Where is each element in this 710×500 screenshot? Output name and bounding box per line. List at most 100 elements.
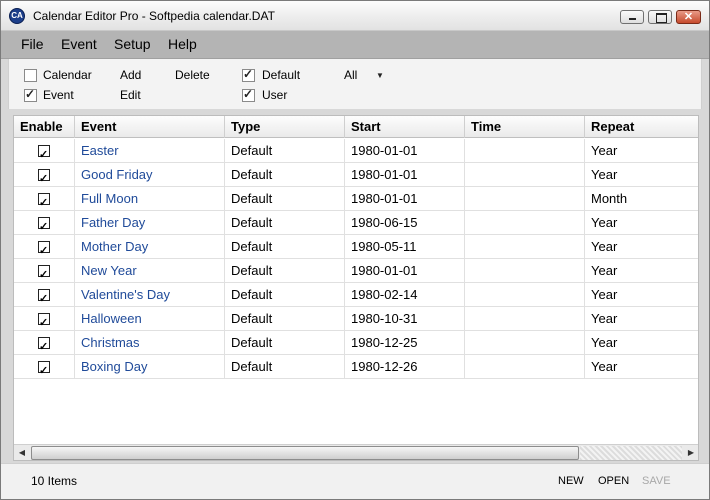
maximize-button[interactable]	[648, 10, 672, 24]
title-bar[interactable]: CA Calendar Editor Pro - Softpedia calen…	[1, 1, 709, 31]
cell-event: Full Moon	[75, 187, 225, 211]
table-row[interactable]: Valentine's DayDefault1980-02-14 Year	[14, 283, 698, 307]
cell-start: 1980-02-14	[345, 283, 465, 307]
menu-bar: File Event Setup Help	[1, 31, 709, 59]
header-type[interactable]: Type	[225, 116, 345, 138]
enable-checkbox[interactable]	[38, 215, 50, 235]
cell-type: Default	[225, 235, 345, 259]
cell-type: Default	[225, 331, 345, 355]
events-table: Enable Event Type Start Time Repeat East…	[13, 115, 699, 461]
cell-time	[465, 139, 585, 163]
cell-event: Good Friday	[75, 163, 225, 187]
table-header: Enable Event Type Start Time Repeat	[14, 116, 698, 138]
cell-start: 1980-12-26	[345, 355, 465, 379]
minimize-button[interactable]	[620, 10, 644, 24]
cell-repeat: Year	[591, 359, 618, 374]
scrollbar-track[interactable]	[580, 446, 682, 460]
table-row[interactable]: Father DayDefault1980-06-15 Year	[14, 211, 698, 235]
delete-button[interactable]: Delete	[175, 68, 210, 82]
cell-repeat: Year	[591, 167, 618, 182]
status-bar: 10 Items NEW OPEN SAVE	[1, 463, 709, 499]
cell-start: 1980-01-01	[345, 139, 465, 163]
header-time[interactable]: Time	[465, 116, 585, 138]
event-label: Event	[43, 88, 74, 102]
enable-checkbox[interactable]	[38, 239, 50, 259]
new-button[interactable]: NEW	[558, 475, 584, 487]
enable-checkbox[interactable]	[38, 335, 50, 355]
cell-enable	[14, 331, 75, 355]
cell-event: Christmas	[75, 331, 225, 355]
menu-event[interactable]: Event	[61, 36, 97, 52]
cell-enable	[14, 307, 75, 331]
scroll-left-icon[interactable]: ◀	[14, 445, 30, 460]
menu-setup[interactable]: Setup	[114, 36, 151, 52]
enable-checkbox[interactable]	[38, 359, 50, 379]
cell-repeat: Month	[591, 191, 628, 206]
enable-checkbox[interactable]	[38, 287, 50, 307]
header-repeat[interactable]: Repeat	[585, 116, 698, 138]
table-row[interactable]: Boxing DayDefault1980-12-26 Year	[14, 355, 698, 379]
cell-start: 1980-12-25	[345, 331, 465, 355]
table-row[interactable]: ChristmasDefault1980-12-25 Year	[14, 331, 698, 355]
window-title: Calendar Editor Pro - Softpedia calendar…	[33, 9, 275, 23]
cell-time	[465, 283, 585, 307]
scroll-right-icon[interactable]: ▶	[683, 445, 698, 460]
cell-repeat: Year	[591, 215, 618, 230]
cell-time	[465, 187, 585, 211]
horizontal-scrollbar[interactable]: ◀ ▶	[14, 444, 698, 460]
calendar-label: Calendar	[43, 68, 92, 82]
cell-repeat: Year	[591, 335, 618, 350]
cell-type: Default	[225, 139, 345, 163]
save-button[interactable]: SAVE	[642, 475, 671, 487]
cell-enable	[14, 355, 75, 379]
header-enable[interactable]: Enable	[14, 116, 75, 138]
cell-repeat: Year	[591, 239, 618, 254]
table-row[interactable]: Good FridayDefault1980-01-01 Year	[14, 163, 698, 187]
table-row[interactable]: EasterDefault1980-01-01 Year	[14, 139, 698, 163]
header-start[interactable]: Start	[345, 116, 465, 138]
cell-enable	[14, 163, 75, 187]
cell-repeat: Year	[591, 287, 618, 302]
table-row[interactable]: Full MoonDefault1980-01-01 Month	[14, 187, 698, 211]
close-icon: ✕	[683, 11, 694, 23]
cell-time	[465, 163, 585, 187]
table-row[interactable]: New YearDefault1980-01-01 Year	[14, 259, 698, 283]
chevron-down-icon[interactable]: ▼	[376, 71, 384, 80]
enable-checkbox[interactable]	[38, 311, 50, 331]
table-row[interactable]: HalloweenDefault1980-10-31 Year	[14, 307, 698, 331]
enable-checkbox[interactable]	[38, 263, 50, 283]
cell-start: 1980-10-31	[345, 307, 465, 331]
menu-file[interactable]: File	[21, 36, 44, 52]
close-button[interactable]: ✕	[676, 10, 701, 24]
event-checkbox[interactable]	[24, 87, 37, 102]
cell-event: Halloween	[75, 307, 225, 331]
cell-enable	[14, 259, 75, 283]
enable-checkbox[interactable]	[38, 191, 50, 211]
enable-checkbox[interactable]	[38, 167, 50, 187]
scrollbar-thumb[interactable]	[31, 446, 579, 460]
cell-start: 1980-01-01	[345, 259, 465, 283]
user-checkbox[interactable]	[242, 87, 255, 102]
cell-start: 1980-01-01	[345, 187, 465, 211]
cell-enable	[14, 235, 75, 259]
table-row[interactable]: Mother DayDefault1980-05-11 Year	[14, 235, 698, 259]
cell-enable	[14, 283, 75, 307]
open-button[interactable]: OPEN	[598, 475, 629, 487]
default-checkbox[interactable]	[242, 67, 255, 82]
menu-help[interactable]: Help	[168, 36, 197, 52]
cell-repeat: Year	[591, 143, 618, 158]
cell-event: Mother Day	[75, 235, 225, 259]
cell-time	[465, 331, 585, 355]
cell-enable	[14, 139, 75, 163]
enable-checkbox[interactable]	[38, 143, 50, 163]
cell-type: Default	[225, 187, 345, 211]
maximize-icon	[649, 11, 671, 23]
calendar-checkbox[interactable]	[24, 69, 37, 82]
cell-time	[465, 235, 585, 259]
filter-select[interactable]: All	[344, 68, 357, 82]
app-icon: CA	[9, 8, 25, 24]
header-event[interactable]: Event	[75, 116, 225, 138]
add-button[interactable]: Add	[120, 68, 141, 82]
edit-button[interactable]: Edit	[120, 88, 141, 102]
cell-type: Default	[225, 307, 345, 331]
